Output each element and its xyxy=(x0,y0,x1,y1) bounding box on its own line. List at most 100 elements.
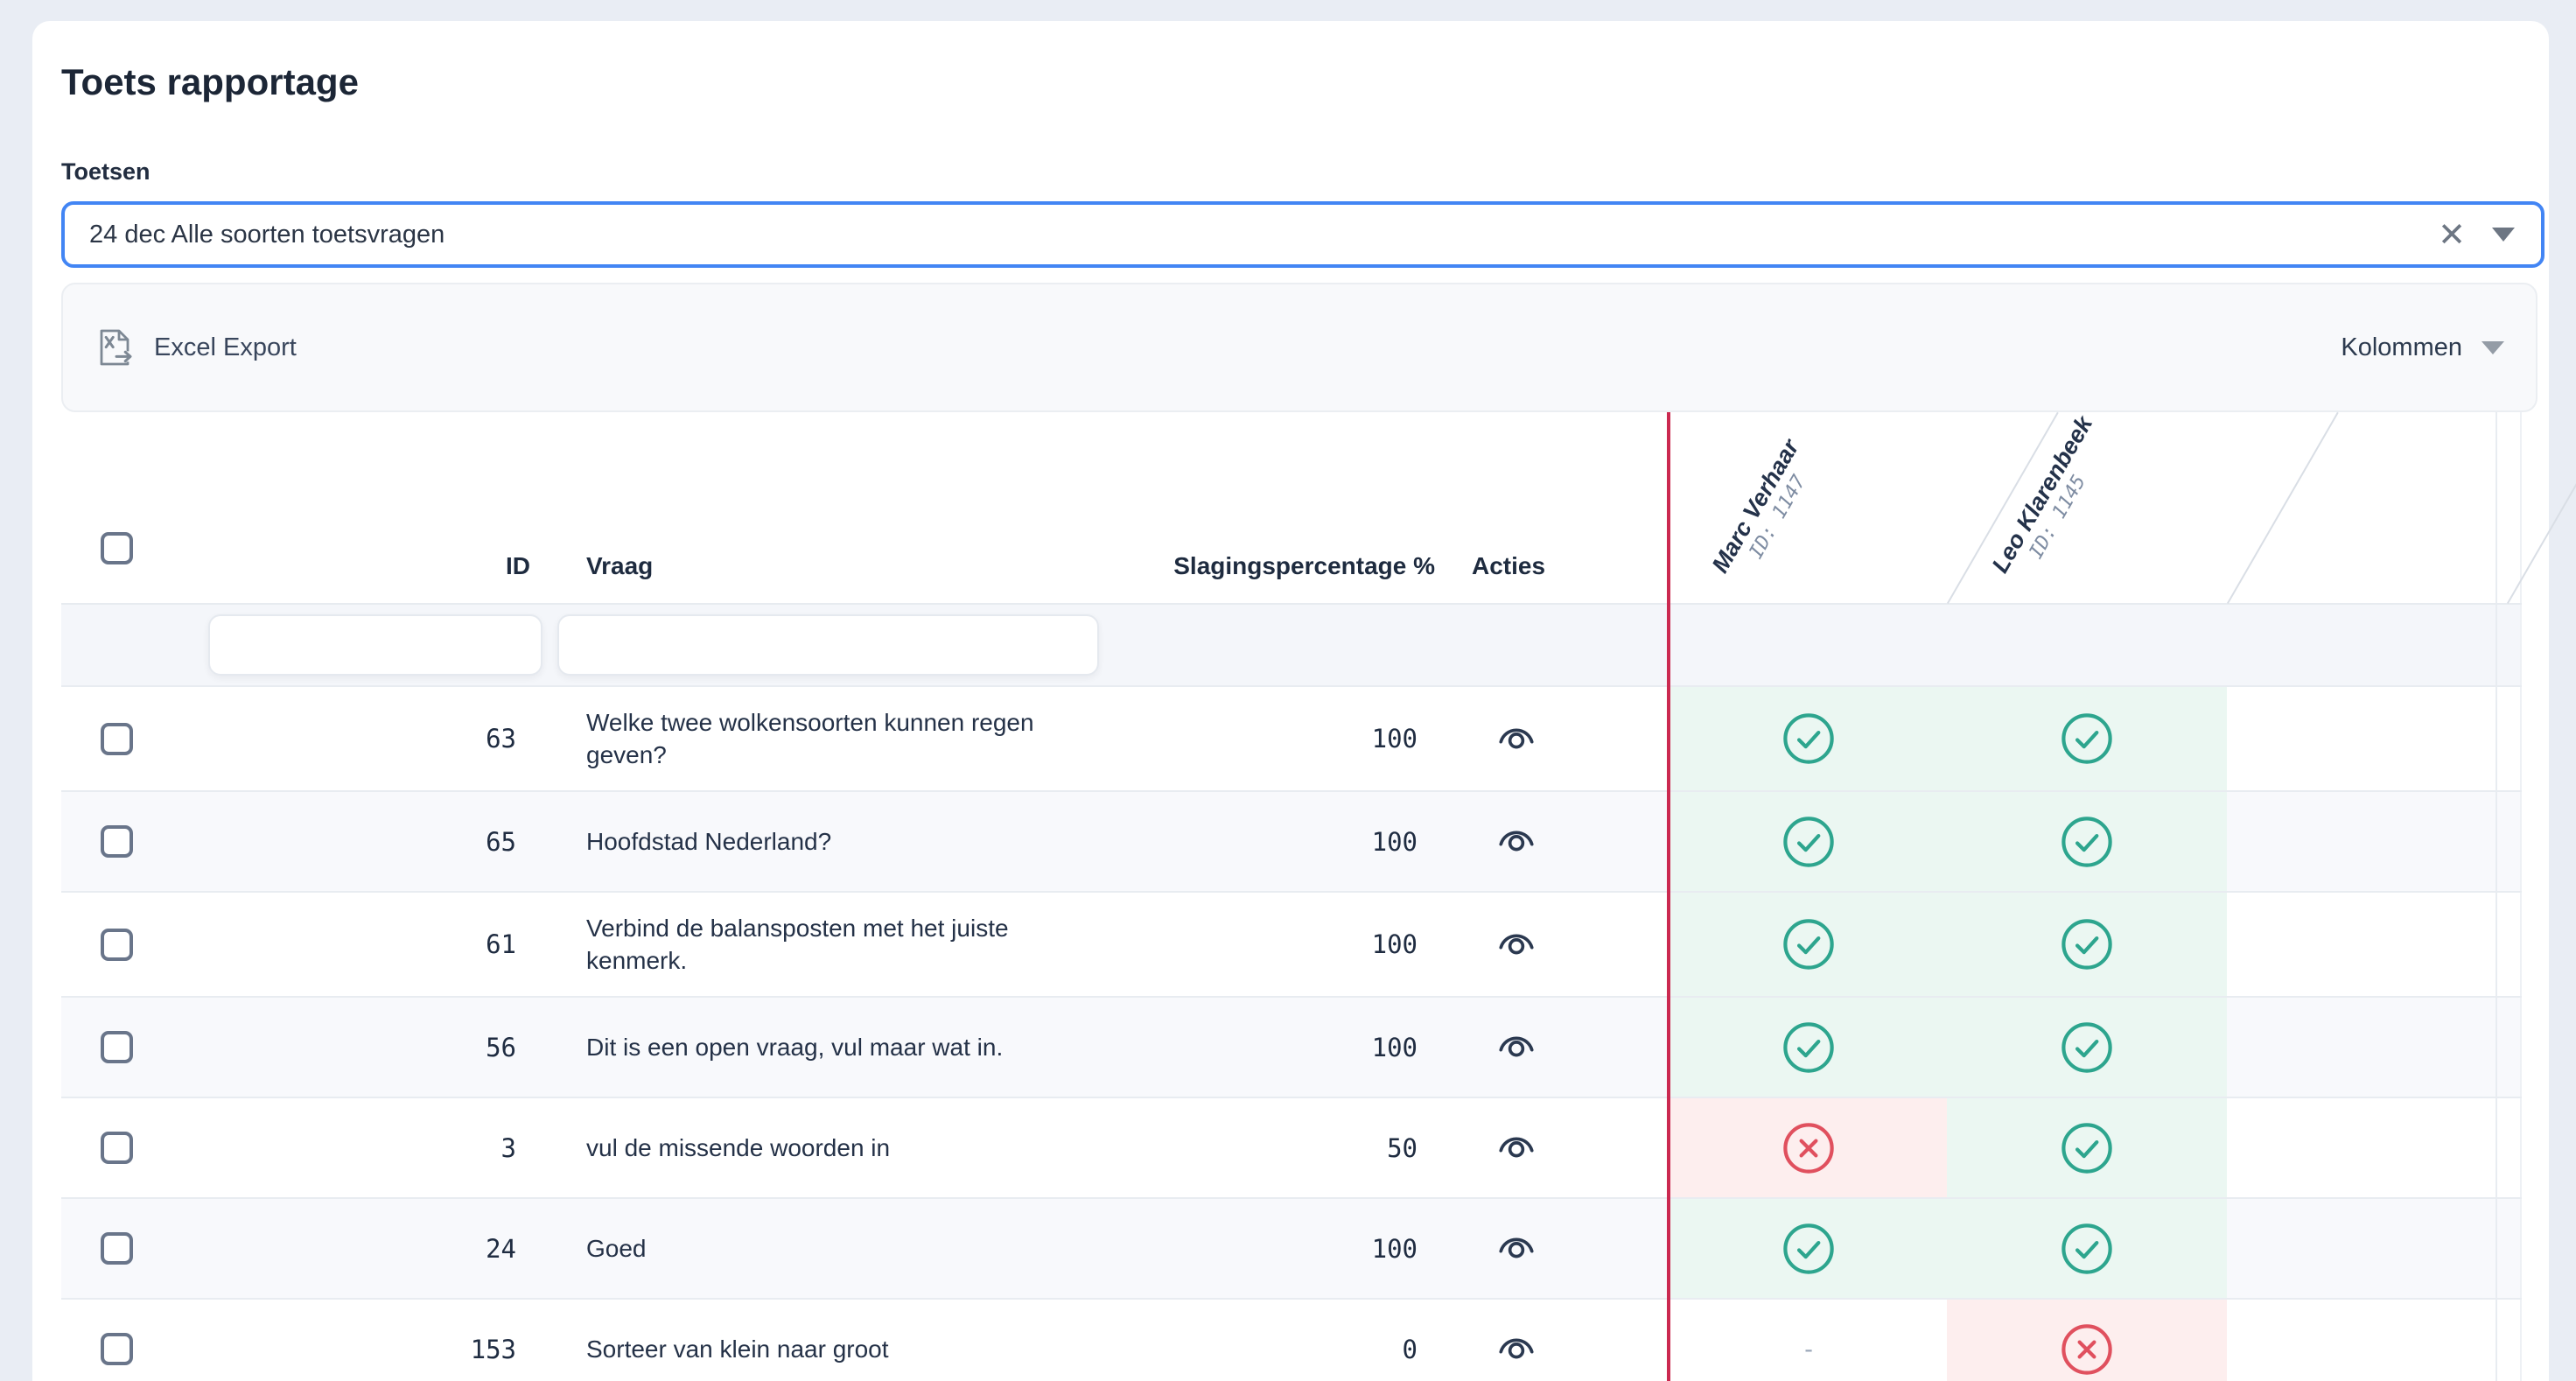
clear-selection-icon[interactable]: ✕ xyxy=(2438,218,2466,251)
view-question-button[interactable] xyxy=(1496,928,1536,957)
correct-icon xyxy=(2060,815,2114,869)
row-checkbox[interactable] xyxy=(101,929,133,961)
question-id: 153 xyxy=(192,1335,542,1364)
correct-icon xyxy=(2060,917,2114,971)
pass-percentage: 0 xyxy=(1120,1335,1452,1364)
kolommen-button[interactable]: Kolommen xyxy=(2341,333,2504,362)
gutter-cell xyxy=(2496,998,2522,1097)
student-columns-marker-line xyxy=(1667,412,1670,1381)
table-row: 65Hoofdstad Nederland?100 xyxy=(61,790,2522,891)
view-question-button[interactable] xyxy=(1496,1332,1536,1362)
no-result-dash: - xyxy=(1802,1335,1816,1363)
correct-icon xyxy=(1782,1020,1836,1075)
student-result-cell xyxy=(1947,1199,2227,1298)
question-id: 63 xyxy=(192,724,542,754)
correct-icon xyxy=(1782,712,1836,766)
table-row: 63Welke twee wolkensoorten kunnen regen … xyxy=(61,685,2522,790)
actions-cell xyxy=(1452,1332,1667,1366)
select-all-checkbox[interactable] xyxy=(101,532,133,564)
student-result-cell xyxy=(1947,1300,2227,1381)
chevron-down-icon[interactable] xyxy=(2492,228,2515,242)
filter-row xyxy=(61,603,2522,685)
table-row: 56Dit is een open vraag, vul maar wat in… xyxy=(61,996,2522,1097)
pass-percentage: 100 xyxy=(1120,1033,1452,1062)
row-checkbox-cell xyxy=(61,1031,192,1063)
eye-icon xyxy=(1496,1131,1536,1160)
student-result-cell xyxy=(1670,893,1947,996)
student-result-cell xyxy=(1670,687,1947,790)
row-checkbox-cell xyxy=(61,825,192,858)
filter-cell-vraag xyxy=(542,614,1120,676)
correct-icon xyxy=(1782,1222,1836,1276)
id-filter-input[interactable] xyxy=(208,614,542,676)
pass-percentage: 100 xyxy=(1120,724,1452,754)
gutter-cell xyxy=(2496,412,2522,603)
correct-icon xyxy=(2060,712,2114,766)
row-checkbox[interactable] xyxy=(101,1132,133,1164)
student-result-cell xyxy=(1947,687,2227,790)
empty-cell xyxy=(2227,1300,2496,1381)
toetsen-label: Toetsen xyxy=(61,158,2520,186)
row-checkbox[interactable] xyxy=(101,825,133,858)
table-body: 63Welke twee wolkensoorten kunnen regen … xyxy=(61,685,2522,1381)
toets-select[interactable]: 24 dec Alle soorten toetsvragen ✕ xyxy=(61,201,2544,268)
question-text: Hoofdstad Nederland? xyxy=(542,806,1120,877)
pass-percentage: 50 xyxy=(1120,1133,1452,1163)
eye-icon xyxy=(1496,722,1536,752)
row-checkbox[interactable] xyxy=(101,1232,133,1265)
page: { "colors": { "select_border": "#4285f4"… xyxy=(0,0,2576,1381)
view-question-button[interactable] xyxy=(1496,824,1536,854)
actions-cell xyxy=(1452,824,1667,859)
question-text: Verbind de balansposten met het juiste k… xyxy=(542,893,1120,996)
actions-cell xyxy=(1452,1131,1667,1165)
student-result-cell xyxy=(1670,792,1947,891)
pass-percentage: 100 xyxy=(1120,929,1452,959)
actions-cell xyxy=(1452,1030,1667,1064)
empty-cell xyxy=(2227,792,2496,891)
table-row: 153Sorteer van klein naar groot0 - xyxy=(61,1298,2522,1381)
page-title: Toets rapportage xyxy=(61,61,2520,103)
row-checkbox-cell xyxy=(61,1232,192,1265)
pass-percentage: 100 xyxy=(1120,827,1452,857)
excel-export-icon xyxy=(94,326,135,368)
question-text: Goed xyxy=(542,1213,1120,1284)
question-id: 24 xyxy=(192,1234,542,1264)
table-row: 61Verbind de balansposten met het juiste… xyxy=(61,891,2522,996)
excel-export-button[interactable]: Excel Export xyxy=(94,326,297,368)
table-header-row: ID Vraag Slagingspercentage % Acties Mar… xyxy=(61,412,2522,603)
gutter-cell xyxy=(2496,792,2522,891)
student-result-cell xyxy=(1947,1098,2227,1197)
column-header-id: ID xyxy=(192,552,542,603)
question-text: Welke twee wolkensoorten kunnen regen ge… xyxy=(542,687,1120,790)
actions-cell xyxy=(1452,1231,1667,1265)
question-id: 65 xyxy=(192,827,542,857)
header-diagonal-divider xyxy=(2227,412,2339,604)
view-question-button[interactable] xyxy=(1496,1030,1536,1060)
eye-icon xyxy=(1496,824,1536,854)
empty-cell xyxy=(2227,1098,2496,1197)
row-checkbox-cell xyxy=(61,1132,192,1164)
column-header-vraag: Vraag xyxy=(542,552,1120,603)
report-card: Toets rapportage Toetsen 24 dec Alle soo… xyxy=(32,21,2549,1381)
student-result-cell: - xyxy=(1670,1300,1947,1381)
eye-icon xyxy=(1496,1030,1536,1060)
table-row: 3vul de missende woorden in50 xyxy=(61,1097,2522,1197)
row-checkbox[interactable] xyxy=(101,1031,133,1063)
row-checkbox[interactable] xyxy=(101,1333,133,1365)
eye-icon xyxy=(1496,1231,1536,1261)
view-question-button[interactable] xyxy=(1496,1131,1536,1160)
excel-export-label: Excel Export xyxy=(154,333,297,362)
gutter-cell xyxy=(2496,893,2522,996)
view-question-button[interactable] xyxy=(1496,1231,1536,1261)
row-checkbox[interactable] xyxy=(101,723,133,755)
question-text: Dit is een open vraag, vul maar wat in. xyxy=(542,1012,1120,1083)
question-text: vul de missende woorden in xyxy=(542,1112,1120,1183)
correct-icon xyxy=(2060,1222,2114,1276)
question-text: Sorteer van klein naar groot xyxy=(542,1314,1120,1381)
view-question-button[interactable] xyxy=(1496,722,1536,752)
student-result-cell xyxy=(1947,893,2227,996)
gutter-cell xyxy=(2496,605,2522,685)
student-header-marc-verhaar: Marc Verhaar ID: 1147 xyxy=(1707,435,1824,589)
eye-icon xyxy=(1496,928,1536,957)
vraag-filter-input[interactable] xyxy=(557,614,1099,676)
